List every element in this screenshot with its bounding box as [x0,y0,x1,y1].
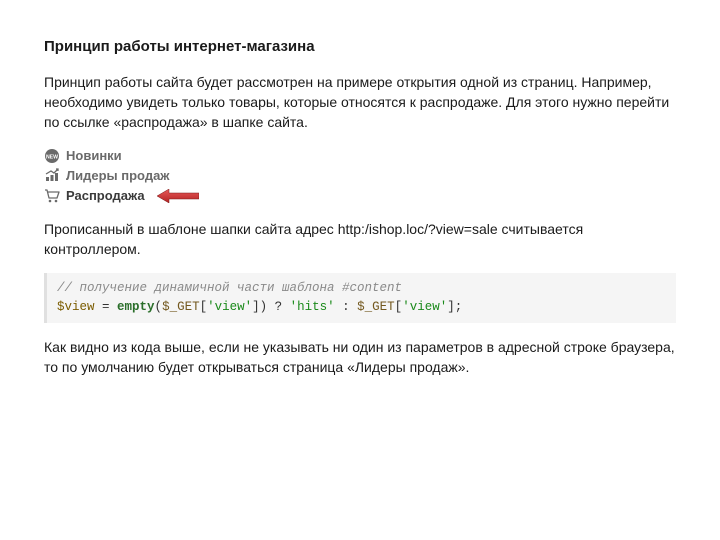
url-paragraph: Прописанный в шаблоне шапки сайта адрес … [44,219,676,260]
nav-label-leaders: Лидеры продаж [66,167,170,185]
header-nav-screenshot: NEW Новинки Лидеры продаж Распродажа [44,147,676,205]
code-paren: ( [155,300,163,314]
code-colon: : [335,300,358,314]
nav-label-new: Новинки [66,147,122,165]
cart-icon [44,188,60,204]
svg-text:NEW: NEW [46,154,58,160]
nav-item-sale: Распродажа [44,187,676,205]
code-string: 'view' [207,300,252,314]
code-end: ]; [447,300,462,314]
code-comment: // получение динамичной части шаблона #c… [57,281,402,295]
code-string: 'hits' [290,300,335,314]
code-string: 'view' [402,300,447,314]
nav-item-leaders: Лидеры продаж [44,167,676,185]
code-global: $_GET [357,300,395,314]
code-keyword: empty [117,300,155,314]
code-eq: = [95,300,118,314]
page-title: Принцип работы интернет-магазина [44,36,676,58]
php-code-snippet: // получение динамичной части шаблона #c… [44,273,676,323]
code-var: $view [57,300,95,314]
intro-paragraph: Принцип работы сайта будет рассмотрен на… [44,72,676,133]
code-bracket: [ [200,300,208,314]
explanation-paragraph: Как видно из кода выше, если не указыват… [44,337,676,378]
pointer-arrow-icon [157,189,199,203]
code-ternary: ]) ? [252,300,290,314]
nav-item-new: NEW Новинки [44,147,676,165]
chart-up-icon [44,168,60,184]
new-icon: NEW [44,148,60,164]
code-global: $_GET [162,300,200,314]
nav-label-sale: Распродажа [66,187,145,205]
